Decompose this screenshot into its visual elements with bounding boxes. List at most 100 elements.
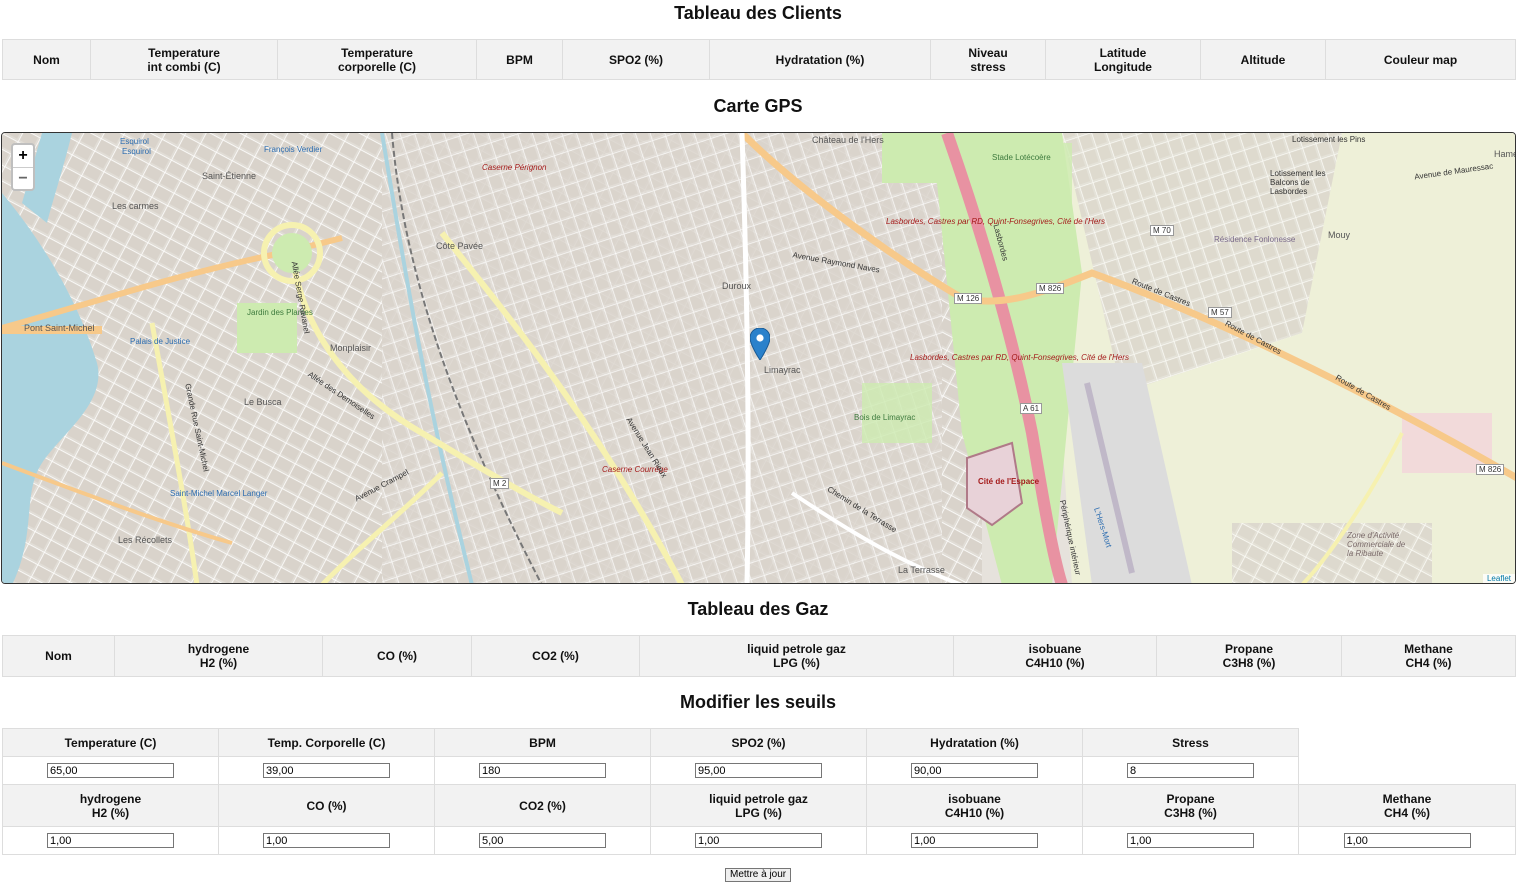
gaz-col-c3h8[interactable]: Propane C3H8 (%) (1156, 635, 1342, 677)
seuil-spo2-input[interactable] (695, 763, 822, 779)
map-label: Monplaisir (330, 343, 372, 353)
seuil-cell (434, 826, 651, 855)
map-label: Lasbordes, Castres par RD, Quint-Fonsegr… (910, 353, 1129, 362)
seuil-cell (650, 756, 867, 785)
seuil-ch4-input[interactable] (1343, 833, 1471, 849)
map-label: Hame (1494, 149, 1516, 159)
seuil-cell (2, 756, 219, 785)
seuil-cell (1298, 826, 1516, 855)
seuil-temp-corporelle-input[interactable] (263, 763, 390, 779)
clients-col-hydratation[interactable]: Hydratation (%) (709, 39, 931, 80)
map-label: La Terrasse (898, 565, 945, 575)
seuil-cell (218, 756, 435, 785)
gaz-col-ch4[interactable]: Methane CH4 (%) (1341, 635, 1516, 677)
map-label: Zone d'Activité Commerciale de la Ribaut… (1347, 531, 1406, 558)
map-label: Esquirol (120, 137, 149, 146)
seuil-label-c3h8: Propane C3H8 (%) (1082, 784, 1299, 827)
clients-col-altitude[interactable]: Altitude (1200, 39, 1326, 80)
map-label: Lotissement les Pins (1292, 135, 1366, 144)
map-label: Esquirol (122, 147, 151, 156)
map-label: Lotissement les Balcons de Lasbordes (1270, 169, 1326, 196)
map-label: Cité de l'Espace (978, 477, 1040, 486)
gaz-col-lpg[interactable]: liquid petrole gaz LPG (%) (639, 635, 954, 677)
seuils-input-row (2, 756, 1516, 785)
seuil-temperature-input[interactable] (47, 763, 174, 779)
seuil-cell (218, 826, 435, 855)
map-label: Les Récollets (118, 535, 173, 545)
seuils-title: Modifier les seuils (679, 692, 837, 712)
clients-header-row: Nom Temperature int combi (C) Temperature… (2, 39, 1516, 80)
client-marker-icon[interactable] (749, 327, 771, 365)
gps-map[interactable]: Esquirol Esquirol François Verdier Saint… (1, 132, 1516, 584)
road-shield: M 2 (490, 478, 510, 489)
clients-col-stress[interactable]: Niveau stress (930, 39, 1046, 80)
gaz-col-c4h10[interactable]: isobuane C4H10 (%) (953, 635, 1157, 677)
seuil-label-temperature: Temperature (C) (2, 728, 219, 757)
seuil-lpg-input[interactable] (695, 833, 822, 849)
zoom-out-button[interactable]: − (13, 167, 33, 189)
map-label: Résidence Fonlonesse (1214, 235, 1296, 244)
map-label: Les carmes (112, 201, 159, 211)
clients-col-temp-combi[interactable]: Temperature int combi (C) (90, 39, 278, 80)
map-label: Le Busca (244, 397, 282, 407)
clients-col-bpm[interactable]: BPM (476, 39, 563, 80)
empty-cell (1298, 756, 1516, 785)
road-shield: M 57 (1208, 307, 1232, 318)
clients-table: Nom Temperature int combi (C) Temperature… (2, 39, 1516, 80)
seuil-cell (434, 756, 651, 785)
seuil-bpm-input[interactable] (479, 763, 606, 779)
gaz-table: Nom hydrogene H2 (%) CO (%) CO2 (%) liqui… (2, 635, 1516, 677)
map-attribution-link[interactable]: Leaflet (1482, 574, 1515, 583)
map-label: Bois de Limayrac (854, 413, 916, 422)
map-label: Pont Saint-Michel (24, 323, 95, 333)
clients-col-spo2[interactable]: SPO2 (%) (562, 39, 710, 80)
seuil-c4h10-input[interactable] (911, 833, 1038, 849)
gaz-col-h2[interactable]: hydrogene H2 (%) (114, 635, 323, 677)
gaz-col-nom[interactable]: Nom (2, 635, 115, 677)
seuils-form: Temperature (C) Temp. Corporelle (C) BPM… (2, 728, 1516, 855)
seuil-co-input[interactable] (263, 833, 390, 849)
clients-col-lat-long[interactable]: Latitude Longitude (1045, 39, 1201, 80)
update-thresholds-button[interactable]: Mettre à jour (725, 868, 792, 882)
gaz-col-co2[interactable]: CO2 (%) (471, 635, 640, 677)
seuils-gaz-input-row (2, 826, 1516, 855)
map-label: Caserne Pérignon (482, 163, 547, 172)
seuil-label-bpm: BPM (434, 728, 651, 757)
map-label: Côte Pavée (436, 241, 484, 251)
zoom-in-button[interactable]: + (13, 145, 33, 167)
seuil-cell (1082, 826, 1299, 855)
seuil-cell (1082, 756, 1299, 785)
map-label: Limayrac (764, 365, 801, 375)
road-shield: M 826 (1036, 283, 1065, 294)
seuil-label-hydratation: Hydratation (%) (866, 728, 1083, 757)
road-shield: A 61 (1020, 403, 1043, 414)
clients-col-couleur-map[interactable]: Couleur map (1325, 39, 1516, 80)
seuil-h2-input[interactable] (47, 833, 174, 849)
seuil-hydratation-input[interactable] (911, 763, 1038, 779)
seuil-label-co: CO (%) (218, 784, 435, 827)
map-label: Saint-Michel Marcel Langer (170, 489, 268, 498)
seuil-label-stress: Stress (1082, 728, 1299, 757)
seuil-co2-input[interactable] (479, 833, 606, 849)
seuils-label-row: Temperature (C) Temp. Corporelle (C) BPM… (2, 728, 1516, 757)
map-label: Saint-Étienne (202, 171, 257, 181)
seuil-label-ch4: Methane CH4 (%) (1298, 784, 1516, 827)
seuil-c3h8-input[interactable] (1127, 833, 1254, 849)
seuil-label-co2: CO2 (%) (434, 784, 651, 827)
map-label: François Verdier (264, 145, 323, 154)
clients-title: Tableau des Clients (674, 3, 842, 23)
clients-col-temp-corporelle[interactable]: Temperature corporelle (C) (277, 39, 477, 80)
seuil-cell (866, 826, 1083, 855)
map-label: Palais de Justice (130, 337, 191, 346)
road-shield: M 126 (954, 293, 983, 304)
clients-col-nom[interactable]: Nom (2, 39, 91, 80)
seuil-label-temp-corporelle: Temp. Corporelle (C) (218, 728, 435, 757)
zoom-control: + − (11, 143, 35, 191)
road-shield: M 70 (1150, 225, 1174, 236)
seuil-label-h2: hydrogene H2 (%) (2, 784, 219, 827)
gaz-col-co[interactable]: CO (%) (322, 635, 472, 677)
map-label: Château de l'Hers (812, 135, 884, 145)
road-shield: M 826 (1476, 464, 1505, 475)
empty-cell (1298, 728, 1516, 757)
seuil-stress-input[interactable] (1127, 763, 1254, 779)
